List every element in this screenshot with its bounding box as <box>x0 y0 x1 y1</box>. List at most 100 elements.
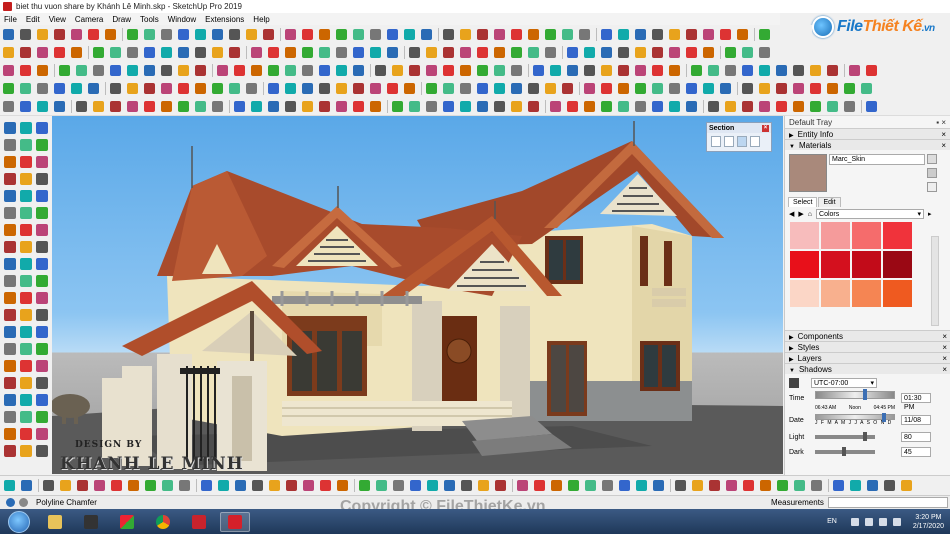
tool-icon[interactable] <box>3 100 14 112</box>
tool-icon[interactable] <box>353 64 364 76</box>
tool-icon[interactable] <box>36 309 48 321</box>
tool-icon[interactable] <box>302 64 313 76</box>
tool-icon[interactable] <box>36 207 48 219</box>
tool-icon[interactable] <box>708 100 719 112</box>
geo-location-icon[interactable] <box>6 498 15 507</box>
tool-icon[interactable] <box>421 28 432 40</box>
tool-icon[interactable] <box>601 64 612 76</box>
tool-icon[interactable] <box>675 480 686 491</box>
tool-icon[interactable] <box>20 224 32 236</box>
tool-icon[interactable] <box>336 64 347 76</box>
tool-icon[interactable] <box>195 100 206 112</box>
tool-icon[interactable] <box>686 28 697 40</box>
tool-icon[interactable] <box>618 64 629 76</box>
tool-icon[interactable] <box>443 28 454 40</box>
tool-icon[interactable] <box>36 343 48 355</box>
tool-icon[interactable] <box>285 82 296 94</box>
tool-icon[interactable] <box>20 275 32 287</box>
tool-icon[interactable] <box>110 64 121 76</box>
tool-icon[interactable] <box>811 480 822 491</box>
tool-icon[interactable] <box>585 480 596 491</box>
material-name-field[interactable]: Marc_Skin <box>829 154 925 165</box>
tool-icon[interactable] <box>669 64 680 76</box>
swatch-scrollbar[interactable] <box>931 236 939 326</box>
tool-icon[interactable] <box>76 64 87 76</box>
color-swatch[interactable] <box>790 222 819 249</box>
tool-icon[interactable] <box>127 28 138 40</box>
tool-icon[interactable] <box>602 480 613 491</box>
tool-icon[interactable] <box>36 190 48 202</box>
tool-icon[interactable] <box>534 480 545 491</box>
tool-icon[interactable] <box>4 377 16 389</box>
tool-icon[interactable] <box>77 480 88 491</box>
date-field[interactable]: 11/08 <box>901 415 931 425</box>
taskbar-chrome[interactable] <box>148 512 178 532</box>
tool-icon[interactable] <box>337 480 348 491</box>
tool-icon[interactable] <box>3 46 14 58</box>
tool-icon[interactable] <box>161 28 172 40</box>
arrow-up-icon[interactable] <box>850 517 859 526</box>
tool-icon[interactable] <box>37 82 48 94</box>
tool-icon[interactable] <box>88 28 99 40</box>
tool-icon[interactable] <box>93 100 104 112</box>
tool-icon[interactable] <box>285 28 296 40</box>
tool-icon[interactable] <box>652 82 663 94</box>
tool-icon[interactable] <box>635 46 646 58</box>
tool-icon[interactable] <box>494 28 505 40</box>
tool-icon[interactable] <box>4 156 16 168</box>
tool-icon[interactable] <box>4 343 16 355</box>
tool-icon[interactable] <box>545 82 556 94</box>
display-section-planes-button[interactable] <box>724 136 734 147</box>
tool-icon[interactable] <box>144 82 155 94</box>
display-section-fill-button[interactable] <box>750 136 760 147</box>
light-field[interactable]: 80 <box>901 432 931 442</box>
tool-icon[interactable] <box>550 100 561 112</box>
tool-icon[interactable] <box>268 82 279 94</box>
start-button[interactable] <box>8 510 30 533</box>
tool-icon[interactable] <box>178 28 189 40</box>
color-swatch[interactable] <box>883 222 912 249</box>
tool-icon[interactable] <box>88 82 99 94</box>
back-arrow-icon[interactable]: ◀ <box>789 210 794 218</box>
tool-icon[interactable] <box>567 64 578 76</box>
library-select[interactable]: Colors ▾ <box>816 209 925 219</box>
close-icon[interactable]: × <box>942 354 947 363</box>
tool-icon[interactable] <box>319 28 330 40</box>
dark-slider-thumb[interactable] <box>842 447 846 456</box>
tool-icon[interactable] <box>229 28 240 40</box>
tool-icon[interactable] <box>201 480 212 491</box>
tool-icon[interactable] <box>584 64 595 76</box>
tool-icon[interactable] <box>635 64 646 76</box>
tool-icon[interactable] <box>562 28 573 40</box>
tool-icon[interactable] <box>20 326 32 338</box>
tool-icon[interactable] <box>20 139 32 151</box>
tool-icon[interactable] <box>866 100 877 112</box>
forward-arrow-icon[interactable]: ▶ <box>798 210 803 218</box>
tool-icon[interactable] <box>20 64 31 76</box>
tool-icon[interactable] <box>703 46 714 58</box>
tool-icon[interactable] <box>319 64 330 76</box>
close-icon[interactable]: × <box>942 332 947 341</box>
tool-icon[interactable] <box>635 28 646 40</box>
tool-icon[interactable] <box>37 28 48 40</box>
volume-icon[interactable] <box>892 517 901 526</box>
tool-icon[interactable] <box>370 100 381 112</box>
network-icon[interactable] <box>878 517 887 526</box>
tool-icon[interactable] <box>387 82 398 94</box>
tool-icon[interactable] <box>726 480 737 491</box>
tool-icon[interactable] <box>528 28 539 40</box>
tool-icon[interactable] <box>336 82 347 94</box>
tool-icon[interactable] <box>461 480 472 491</box>
tool-icon[interactable] <box>709 480 720 491</box>
tool-icon[interactable] <box>742 100 753 112</box>
tool-icon[interactable] <box>370 28 381 40</box>
menu-file[interactable]: File <box>4 15 17 24</box>
tool-icon[interactable] <box>359 480 370 491</box>
tool-icon[interactable] <box>584 46 595 58</box>
tool-icon[interactable] <box>511 64 522 76</box>
tool-icon[interactable] <box>495 480 506 491</box>
tool-icon[interactable] <box>444 480 455 491</box>
menu-tools[interactable]: Tools <box>140 15 159 24</box>
tool-icon[interactable] <box>20 173 32 185</box>
tool-icon[interactable] <box>54 100 65 112</box>
